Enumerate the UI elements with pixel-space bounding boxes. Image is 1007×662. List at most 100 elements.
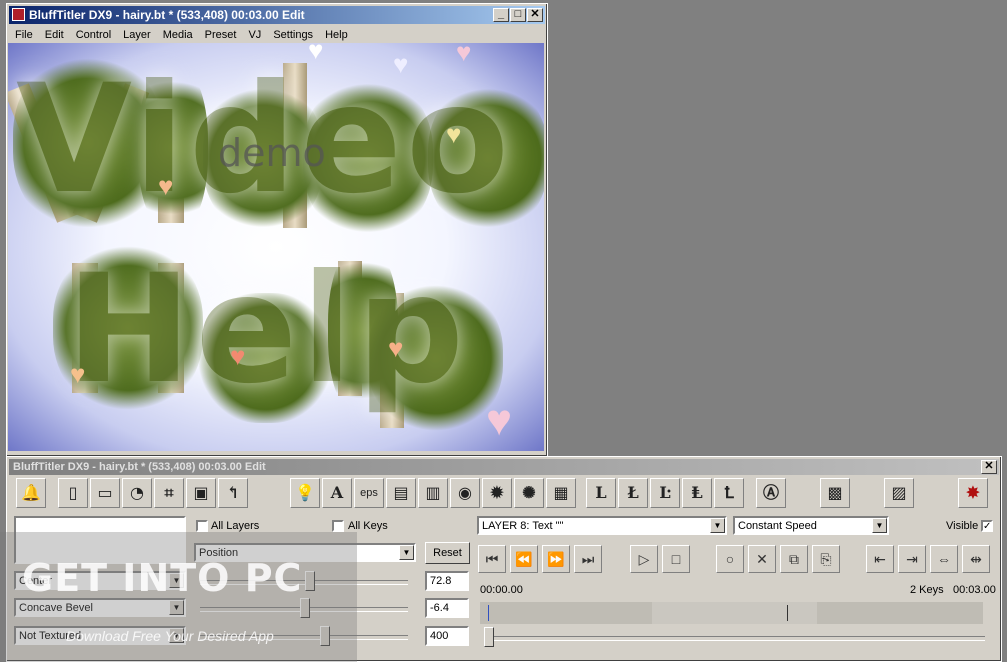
heart-icon: ♥ bbox=[70, 359, 86, 389]
time-slider-thumb[interactable] bbox=[484, 627, 494, 647]
play-icon[interactable]: ▷ bbox=[630, 545, 658, 573]
close-icon[interactable]: ✕ bbox=[527, 8, 543, 22]
layer-l-spark-icon[interactable]: Ł bbox=[618, 478, 648, 508]
minimize-icon[interactable]: _ bbox=[493, 8, 509, 22]
timeline-selection bbox=[652, 602, 817, 624]
lightbulb-icon[interactable]: 💡 bbox=[290, 478, 320, 508]
eps-label: eps bbox=[360, 487, 378, 499]
visible-label: Visible bbox=[946, 520, 979, 532]
heart-icon: ♥ bbox=[446, 119, 462, 149]
heart-icon: ♥ bbox=[308, 43, 324, 65]
paste-key-icon[interactable]: ⎘ bbox=[812, 545, 840, 573]
all-keys-checkbox[interactable] bbox=[332, 520, 344, 532]
watermark-logo: GET INTO PC bbox=[22, 556, 302, 600]
keys-count: 2 Keys bbox=[910, 584, 944, 596]
timeline[interactable] bbox=[480, 602, 983, 624]
time-slider-track[interactable] bbox=[490, 636, 985, 641]
camera-icon[interactable]: ▤ bbox=[386, 478, 416, 508]
heart-icon: ♥ bbox=[230, 341, 246, 371]
compress-icon[interactable]: ⇹ bbox=[962, 545, 990, 573]
main-title-bar[interactable]: BluffTitler DX9 - hairy.bt * (533,408) 0… bbox=[9, 6, 545, 24]
value-y-field[interactable]: -6.4 bbox=[425, 598, 469, 618]
text-a-icon[interactable]: A bbox=[322, 478, 352, 508]
panel-close-icon[interactable]: ✕ bbox=[981, 460, 997, 474]
move-left-icon[interactable]: ⇤ bbox=[866, 545, 894, 573]
key-marker[interactable] bbox=[787, 605, 788, 621]
layer-select-value: LAYER 8: Text "" bbox=[482, 520, 564, 532]
watermark-tagline: Download Free Your Desired App bbox=[66, 628, 274, 644]
time-start: 00:00.00 bbox=[480, 584, 523, 596]
undo-icon[interactable]: ↰ bbox=[218, 478, 248, 508]
layer-select[interactable]: LAYER 8: Text "" ▼ bbox=[477, 516, 727, 535]
panel-title-bar[interactable]: BluffTitler DX9 - hairy.bt * (533,408) 0… bbox=[9, 459, 999, 475]
chevron-down-icon[interactable]: ▼ bbox=[872, 518, 887, 533]
eps-icon[interactable]: eps bbox=[354, 478, 384, 508]
menu-help[interactable]: Help bbox=[319, 26, 354, 41]
add-key-icon[interactable]: ○ bbox=[716, 545, 744, 573]
menu-vj[interactable]: VJ bbox=[242, 26, 267, 41]
speed-select[interactable]: Constant Speed ▼ bbox=[733, 516, 889, 535]
splat-icon[interactable]: ✹ bbox=[482, 478, 512, 508]
menu-control[interactable]: Control bbox=[70, 26, 117, 41]
move-right-icon[interactable]: ⇥ bbox=[898, 545, 926, 573]
sphere-icon[interactable]: ◉ bbox=[450, 478, 480, 508]
menu-layer[interactable]: Layer bbox=[117, 26, 157, 41]
demo-watermark: demo bbox=[218, 131, 326, 175]
menu-file[interactable]: File bbox=[9, 26, 39, 41]
expand-icon[interactable]: ⇔ bbox=[930, 545, 958, 573]
speed-select-value: Constant Speed bbox=[738, 520, 817, 532]
menu-edit[interactable]: Edit bbox=[39, 26, 70, 41]
key-marker[interactable] bbox=[488, 605, 489, 621]
layer-l-icon[interactable]: L bbox=[586, 478, 616, 508]
previous-key-icon[interactable]: ⏪ bbox=[510, 545, 538, 573]
visible-checkbox[interactable]: ✓ bbox=[981, 520, 993, 532]
splat-red-icon[interactable]: ✸ bbox=[958, 478, 988, 508]
render-viewport[interactable]: Video Help demo ♥ ♥ ♥ ♥ ♥ ♥ ♥ ♥ ♥ bbox=[8, 43, 544, 451]
panel-title: BluffTitler DX9 - hairy.bt * (533,408) 0… bbox=[13, 461, 266, 473]
video-camera-icon[interactable]: ▥ bbox=[418, 478, 448, 508]
menu-preset[interactable]: Preset bbox=[199, 26, 243, 41]
next-key-icon[interactable]: ⏩ bbox=[542, 545, 570, 573]
all-keys-label: All Keys bbox=[348, 520, 388, 532]
refresh-icon[interactable]: ◔ bbox=[122, 478, 152, 508]
layer-l-delete-icon[interactable]: Ⱡ bbox=[682, 478, 712, 508]
main-window-title: BluffTitler DX9 - hairy.bt * (533,408) 0… bbox=[29, 8, 305, 22]
skip-to-end-icon[interactable]: ⏭ bbox=[574, 545, 602, 573]
stop-icon[interactable]: □ bbox=[662, 545, 690, 573]
checker-icon[interactable]: ▩ bbox=[820, 478, 850, 508]
layer-l-plain-icon[interactable]: Ŀ bbox=[650, 478, 680, 508]
export-icon[interactable]: ▨ bbox=[884, 478, 914, 508]
watermark-text: GET INTO PC bbox=[22, 556, 303, 600]
open-folder-icon[interactable]: ▭ bbox=[90, 478, 120, 508]
value-z-field[interactable]: 400 bbox=[425, 626, 469, 646]
heart-icon: ♥ bbox=[388, 333, 404, 363]
layer-l-copy-icon[interactable]: Ꝉ bbox=[714, 478, 744, 508]
piano-icon[interactable]: ▦ bbox=[546, 478, 576, 508]
save-icon[interactable]: ▣ bbox=[186, 478, 216, 508]
heart-icon: ♥ bbox=[456, 43, 472, 67]
menu-media[interactable]: Media bbox=[157, 26, 199, 41]
chevron-down-icon[interactable]: ▼ bbox=[399, 545, 414, 560]
delete-key-icon[interactable]: ✕ bbox=[748, 545, 776, 573]
crop-icon[interactable]: ⌗ bbox=[154, 478, 184, 508]
maximize-icon[interactable]: □ bbox=[510, 8, 526, 22]
value-x-field[interactable]: 72.8 bbox=[425, 571, 469, 591]
value-x: 72.8 bbox=[430, 575, 452, 587]
new-file-icon[interactable]: ▯ bbox=[58, 478, 88, 508]
heart-icon: ♥ bbox=[393, 49, 409, 79]
chevron-down-icon[interactable]: ▼ bbox=[710, 518, 725, 533]
copy-key-icon[interactable]: ⧉ bbox=[780, 545, 808, 573]
menu-settings[interactable]: Settings bbox=[267, 26, 319, 41]
reset-button[interactable]: Reset bbox=[425, 542, 470, 564]
app-icon bbox=[12, 8, 25, 21]
all-layers-label: All Layers bbox=[211, 520, 260, 532]
all-layers-checkbox[interactable] bbox=[196, 520, 208, 532]
skip-to-start-icon[interactable]: ⏮ bbox=[478, 545, 506, 573]
heart-icon: ♥ bbox=[486, 396, 513, 445]
reset-label: Reset bbox=[433, 547, 462, 559]
text-layer-icon[interactable]: Ⓐ bbox=[756, 478, 786, 508]
bell-icon[interactable]: 🔔 bbox=[16, 478, 46, 508]
particles-icon[interactable]: ✺ bbox=[514, 478, 544, 508]
scene-word-help: Help bbox=[66, 243, 469, 417]
value-z: 400 bbox=[430, 630, 449, 642]
